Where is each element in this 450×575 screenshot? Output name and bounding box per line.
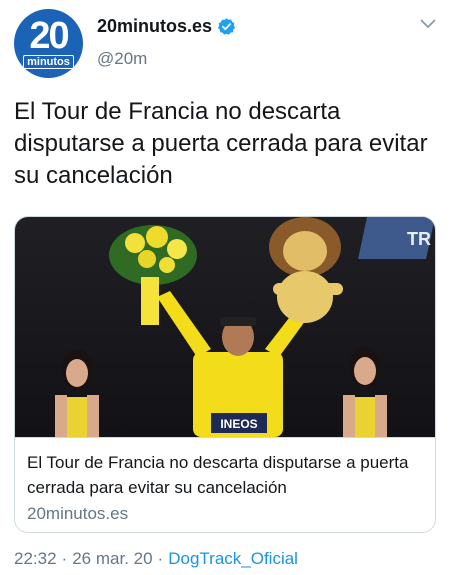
tweet-meta: 22:32 · 26 mar. 20 · DogTrack_Oficial	[14, 549, 298, 569]
account-avatar[interactable]: 20 minutos	[14, 9, 83, 78]
card-text-area[interactable]: El Tour de Francia no descarta disputars…	[15, 437, 435, 532]
verified-badge-icon	[217, 18, 236, 35]
avatar-logo-word: minutos	[23, 54, 74, 69]
chevron-down-icon[interactable]	[420, 19, 436, 29]
card-title[interactable]: El Tour de Francia no descarta disputars…	[27, 450, 427, 500]
account-name-row[interactable]: 20minutos.es	[97, 16, 236, 37]
account-display-name[interactable]: 20minutos.es	[97, 16, 212, 37]
meta-separator: ·	[157, 549, 164, 568]
account-handle[interactable]: @20m	[97, 49, 147, 69]
card-image[interactable]: TR INEOS	[15, 217, 435, 437]
avatar-logo-number: 20	[29, 14, 69, 57]
tweet-date[interactable]: 26 mar. 20	[72, 549, 152, 569]
link-preview-card[interactable]: TR INEOS El Tour de Francia no descarta …	[14, 216, 436, 533]
banner-text: TR	[407, 229, 431, 249]
meta-separator: ·	[61, 549, 68, 568]
tweet-source-link[interactable]: DogTrack_Oficial	[168, 549, 298, 569]
tweet-text: El Tour de Francia no descarta disputars…	[14, 98, 428, 189]
card-domain[interactable]: 20minutos.es	[27, 504, 128, 524]
tweet-header: 20 minutos 20minutos.es @20m	[0, 0, 450, 90]
tweet-time[interactable]: 22:32	[14, 549, 57, 569]
jersey-text: INEOS	[220, 417, 257, 431]
